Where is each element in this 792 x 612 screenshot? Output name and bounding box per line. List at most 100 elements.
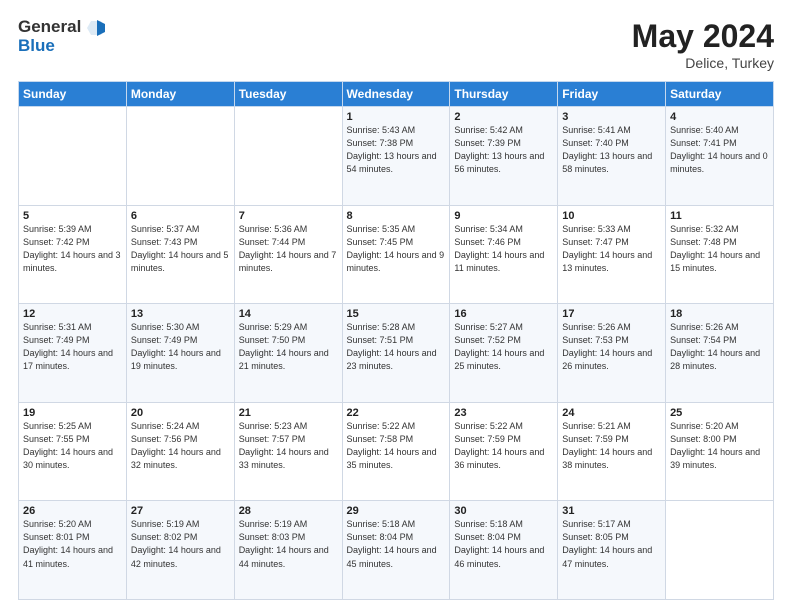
sunrise-text: Sunrise: 5:19 AM xyxy=(131,518,230,531)
day-number: 22 xyxy=(347,407,446,419)
week-row-2: 5 Sunrise: 5:39 AM Sunset: 7:42 PM Dayli… xyxy=(19,205,774,304)
day-info: Sunrise: 5:29 AM Sunset: 7:50 PM Dayligh… xyxy=(239,321,338,373)
day-cell-23: 23 Sunrise: 5:22 AM Sunset: 7:59 PM Dayl… xyxy=(450,402,558,501)
sunset-text: Sunset: 7:56 PM xyxy=(131,433,230,446)
day-cell-empty xyxy=(666,501,774,600)
daylight-text: Daylight: 13 hours and 56 minutes. xyxy=(454,150,553,176)
sunrise-text: Sunrise: 5:37 AM xyxy=(131,223,230,236)
sunset-text: Sunset: 7:46 PM xyxy=(454,236,553,249)
daylight-text: Daylight: 14 hours and 46 minutes. xyxy=(454,544,553,570)
sunrise-text: Sunrise: 5:25 AM xyxy=(23,420,122,433)
day-cell-8: 8 Sunrise: 5:35 AM Sunset: 7:45 PM Dayli… xyxy=(342,205,450,304)
day-number: 13 xyxy=(131,308,230,320)
daylight-text: Daylight: 13 hours and 54 minutes. xyxy=(347,150,446,176)
day-info: Sunrise: 5:18 AM Sunset: 8:04 PM Dayligh… xyxy=(454,518,553,570)
sunrise-text: Sunrise: 5:42 AM xyxy=(454,124,553,137)
daylight-text: Daylight: 14 hours and 17 minutes. xyxy=(23,347,122,373)
daylight-text: Daylight: 14 hours and 5 minutes. xyxy=(131,249,230,275)
daylight-text: Daylight: 14 hours and 47 minutes. xyxy=(562,544,661,570)
daylight-text: Daylight: 14 hours and 13 minutes. xyxy=(562,249,661,275)
sunrise-text: Sunrise: 5:24 AM xyxy=(131,420,230,433)
day-info: Sunrise: 5:19 AM Sunset: 8:02 PM Dayligh… xyxy=(131,518,230,570)
day-info: Sunrise: 5:20 AM Sunset: 8:00 PM Dayligh… xyxy=(670,420,769,472)
day-cell-28: 28 Sunrise: 5:19 AM Sunset: 8:03 PM Dayl… xyxy=(234,501,342,600)
day-info: Sunrise: 5:30 AM Sunset: 7:49 PM Dayligh… xyxy=(131,321,230,373)
day-info: Sunrise: 5:18 AM Sunset: 8:04 PM Dayligh… xyxy=(347,518,446,570)
day-number: 2 xyxy=(454,111,553,123)
sunset-text: Sunset: 8:01 PM xyxy=(23,531,122,544)
day-cell-29: 29 Sunrise: 5:18 AM Sunset: 8:04 PM Dayl… xyxy=(342,501,450,600)
sunset-text: Sunset: 7:43 PM xyxy=(131,236,230,249)
header-day-sunday: Sunday xyxy=(19,82,127,107)
daylight-text: Daylight: 14 hours and 26 minutes. xyxy=(562,347,661,373)
daylight-text: Daylight: 14 hours and 15 minutes. xyxy=(670,249,769,275)
sunset-text: Sunset: 8:03 PM xyxy=(239,531,338,544)
sunrise-text: Sunrise: 5:35 AM xyxy=(347,223,446,236)
logo: General Blue xyxy=(18,18,105,55)
daylight-text: Daylight: 14 hours and 32 minutes. xyxy=(131,446,230,472)
day-cell-empty xyxy=(126,107,234,206)
sunset-text: Sunset: 7:57 PM xyxy=(239,433,338,446)
day-info: Sunrise: 5:26 AM Sunset: 7:54 PM Dayligh… xyxy=(670,321,769,373)
day-info: Sunrise: 5:37 AM Sunset: 7:43 PM Dayligh… xyxy=(131,223,230,275)
daylight-text: Daylight: 13 hours and 58 minutes. xyxy=(562,150,661,176)
sunset-text: Sunset: 8:02 PM xyxy=(131,531,230,544)
day-info: Sunrise: 5:27 AM Sunset: 7:52 PM Dayligh… xyxy=(454,321,553,373)
day-info: Sunrise: 5:22 AM Sunset: 7:59 PM Dayligh… xyxy=(454,420,553,472)
page: General Blue May 2024 Delice, Turkey Sun… xyxy=(0,0,792,612)
sunrise-text: Sunrise: 5:26 AM xyxy=(670,321,769,334)
header-day-saturday: Saturday xyxy=(666,82,774,107)
day-info: Sunrise: 5:33 AM Sunset: 7:47 PM Dayligh… xyxy=(562,223,661,275)
day-cell-27: 27 Sunrise: 5:19 AM Sunset: 8:02 PM Dayl… xyxy=(126,501,234,600)
day-info: Sunrise: 5:36 AM Sunset: 7:44 PM Dayligh… xyxy=(239,223,338,275)
day-cell-9: 9 Sunrise: 5:34 AM Sunset: 7:46 PM Dayli… xyxy=(450,205,558,304)
day-cell-5: 5 Sunrise: 5:39 AM Sunset: 7:42 PM Dayli… xyxy=(19,205,127,304)
day-cell-30: 30 Sunrise: 5:18 AM Sunset: 8:04 PM Dayl… xyxy=(450,501,558,600)
header-day-thursday: Thursday xyxy=(450,82,558,107)
day-cell-12: 12 Sunrise: 5:31 AM Sunset: 7:49 PM Dayl… xyxy=(19,304,127,403)
day-number: 4 xyxy=(670,111,769,123)
sunset-text: Sunset: 7:50 PM xyxy=(239,334,338,347)
day-number: 31 xyxy=(562,505,661,517)
day-info: Sunrise: 5:25 AM Sunset: 7:55 PM Dayligh… xyxy=(23,420,122,472)
sunset-text: Sunset: 7:41 PM xyxy=(670,137,769,150)
sunset-text: Sunset: 7:49 PM xyxy=(23,334,122,347)
day-number: 30 xyxy=(454,505,553,517)
sunset-text: Sunset: 7:48 PM xyxy=(670,236,769,249)
day-cell-26: 26 Sunrise: 5:20 AM Sunset: 8:01 PM Dayl… xyxy=(19,501,127,600)
sunset-text: Sunset: 7:45 PM xyxy=(347,236,446,249)
sunrise-text: Sunrise: 5:20 AM xyxy=(23,518,122,531)
sunrise-text: Sunrise: 5:32 AM xyxy=(670,223,769,236)
daylight-text: Daylight: 14 hours and 9 minutes. xyxy=(347,249,446,275)
logo-block: General Blue xyxy=(18,18,105,55)
sunset-text: Sunset: 8:04 PM xyxy=(454,531,553,544)
day-number: 8 xyxy=(347,210,446,222)
day-cell-19: 19 Sunrise: 5:25 AM Sunset: 7:55 PM Dayl… xyxy=(19,402,127,501)
daylight-text: Daylight: 14 hours and 7 minutes. xyxy=(239,249,338,275)
day-cell-empty xyxy=(19,107,127,206)
sunset-text: Sunset: 7:49 PM xyxy=(131,334,230,347)
sunset-text: Sunset: 7:59 PM xyxy=(454,433,553,446)
day-info: Sunrise: 5:24 AM Sunset: 7:56 PM Dayligh… xyxy=(131,420,230,472)
day-cell-4: 4 Sunrise: 5:40 AM Sunset: 7:41 PM Dayli… xyxy=(666,107,774,206)
day-info: Sunrise: 5:42 AM Sunset: 7:39 PM Dayligh… xyxy=(454,124,553,176)
sunrise-text: Sunrise: 5:39 AM xyxy=(23,223,122,236)
day-cell-15: 15 Sunrise: 5:28 AM Sunset: 7:51 PM Dayl… xyxy=(342,304,450,403)
location: Delice, Turkey xyxy=(632,55,774,71)
day-cell-25: 25 Sunrise: 5:20 AM Sunset: 8:00 PM Dayl… xyxy=(666,402,774,501)
sunset-text: Sunset: 7:39 PM xyxy=(454,137,553,150)
sunrise-text: Sunrise: 5:19 AM xyxy=(239,518,338,531)
sunset-text: Sunset: 7:59 PM xyxy=(562,433,661,446)
day-number: 5 xyxy=(23,210,122,222)
day-number: 3 xyxy=(562,111,661,123)
day-number: 23 xyxy=(454,407,553,419)
day-number: 24 xyxy=(562,407,661,419)
day-cell-6: 6 Sunrise: 5:37 AM Sunset: 7:43 PM Dayli… xyxy=(126,205,234,304)
sunset-text: Sunset: 7:40 PM xyxy=(562,137,661,150)
sunset-text: Sunset: 8:00 PM xyxy=(670,433,769,446)
day-number: 11 xyxy=(670,210,769,222)
sunrise-text: Sunrise: 5:43 AM xyxy=(347,124,446,137)
day-info: Sunrise: 5:32 AM Sunset: 7:48 PM Dayligh… xyxy=(670,223,769,275)
day-number: 10 xyxy=(562,210,661,222)
daylight-text: Daylight: 14 hours and 42 minutes. xyxy=(131,544,230,570)
